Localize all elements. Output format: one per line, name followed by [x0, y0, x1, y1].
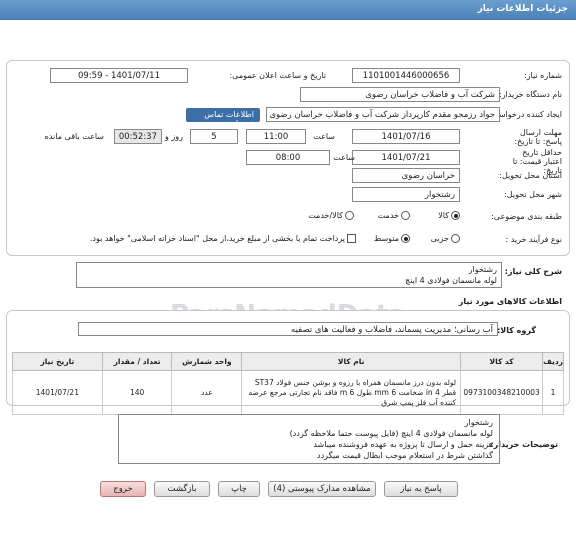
validity-time-label: ساعت: [333, 153, 355, 162]
row-index: 1: [542, 370, 564, 415]
radio-icon[interactable]: [401, 211, 410, 220]
radio-selected-icon[interactable]: [451, 211, 460, 220]
goods-group-label: گروه کالا:: [497, 326, 536, 335]
category-label: طبقه بندی موضوعی:: [491, 212, 562, 221]
back-button[interactable]: بازگشت: [154, 481, 210, 497]
summary-line: لوله مانسمان فولادی 4 اینچ: [405, 276, 497, 285]
announce-label: تاریخ و ساعت اعلان عمومی:: [229, 71, 326, 80]
summary-line: رشتخوار: [468, 265, 497, 274]
col-code: کد کالا: [460, 352, 544, 371]
days-field: 5: [190, 129, 238, 144]
col-unit: واحد شمارش: [171, 352, 243, 371]
buyer-org-label: نام دستگاه خریدار:: [499, 90, 562, 99]
category-option-goods[interactable]: کالا: [438, 211, 460, 220]
province-label: استان محل تحویل:: [499, 171, 562, 180]
row-qty: 140: [101, 370, 173, 415]
process-label: نوع فرآیند خرید :: [505, 235, 562, 244]
col-index: ردیف: [542, 352, 564, 371]
buyer-notes-label: توضیحات خریدار:: [490, 440, 558, 449]
goods-section-title: اطلاعات کالاهای مورد نیاز: [458, 297, 562, 306]
city-field: رشتخوار: [352, 187, 460, 202]
process-option-minor[interactable]: جزیی: [431, 234, 460, 243]
announce-field: 1401/07/11 - 09:59: [50, 68, 188, 83]
print-button[interactable]: چاپ: [218, 481, 260, 497]
deadline-label: مهلت ارسال پاسخ: تا تاریخ:: [514, 128, 562, 146]
category-option-service[interactable]: خدمت: [378, 211, 410, 220]
goods-table: ردیف کد کالا نام کالا واحد شمارش تعداد /…: [12, 352, 564, 415]
radio-icon[interactable]: [451, 234, 460, 243]
buyer-org-field: شرکت آب و فاضلاب خراسان رضوی: [300, 87, 500, 102]
remaining-label: ساعت باقی مانده: [44, 132, 104, 141]
col-name: نام کالا: [241, 352, 462, 371]
buyer-note-line: گذاشتن شرط در استعلام موجب ابطال قیمت می…: [317, 451, 493, 460]
requester-field: جواد رزمجو مقدم کارپرداز شرکت آب و فاضلا…: [266, 107, 500, 122]
deadline-date-field: 1401/07/16: [352, 129, 460, 144]
remaining-time-field: 00:52:37: [114, 129, 162, 144]
city-label: شهر محل تحویل:: [504, 190, 562, 199]
deadline-time-label: ساعت: [313, 132, 335, 141]
row-code: 0973100348210003: [460, 370, 544, 415]
payment-note[interactable]: پرداخت تمام یا بخشی از مبلغ خرید،از محل …: [90, 234, 356, 243]
attachments-button[interactable]: مشاهده مدارک پیوستی (4): [268, 481, 376, 497]
buyer-note-line: لوله مانسمان فولادی 4 اینچ (فایل پیوست ح…: [289, 429, 493, 438]
summary-label: شرح کلی نیاز:: [504, 267, 562, 276]
row-name: لوله بدون درز مانسمان همراه با رزوه و بو…: [241, 370, 462, 415]
buyer-note-line: هزینه حمل و ارسال تا پروژه به عهده فروشن…: [313, 440, 493, 449]
goods-table-header: ردیف کد کالا نام کالا واحد شمارش تعداد /…: [12, 352, 564, 371]
validity-time-field: 08:00: [246, 150, 330, 165]
checkbox-icon[interactable]: [347, 234, 356, 243]
deadline-time-field: 11:00: [246, 129, 306, 144]
radio-icon[interactable]: [345, 211, 354, 220]
process-option-medium[interactable]: متوسط: [374, 234, 410, 243]
col-qty: تعداد / مقدار: [101, 352, 173, 371]
days-label: روز و: [165, 132, 183, 141]
table-row: 1 0973100348210003 لوله بدون درز مانسمان…: [12, 370, 564, 415]
buyer-note-line: رشتخوار: [464, 418, 493, 427]
col-date: تاریخ نیاز: [12, 352, 103, 371]
reply-button[interactable]: پاسخ به نیاز: [384, 481, 458, 497]
row-unit: عدد: [171, 370, 243, 415]
summary-box: رشتخوار لوله مانسمان فولادی 4 اینچ: [76, 262, 502, 288]
contact-buyer-link[interactable]: اطلاعات تماس خریدار: [186, 108, 260, 128]
goods-group-field: آب رسانی؛ مدیریت پسماند، فاضلاب و فعالیت…: [78, 322, 498, 336]
province-field: خراسان رضوی: [352, 168, 460, 183]
need-number-field: 1101001446000656: [352, 68, 460, 83]
validity-date-field: 1401/07/21: [352, 150, 460, 165]
page-title: جزئیات اطلاعات نیاز: [0, 0, 576, 20]
need-number-label: شماره نیاز:: [524, 71, 562, 80]
category-option-goods-service[interactable]: کالا/خدمت: [308, 211, 354, 220]
buyer-notes-box: رشتخوار لوله مانسمان فولادی 4 اینچ (فایل…: [118, 414, 500, 464]
exit-button[interactable]: خروج: [100, 481, 146, 497]
radio-selected-icon[interactable]: [401, 234, 410, 243]
row-date: 1401/07/21: [12, 370, 103, 415]
